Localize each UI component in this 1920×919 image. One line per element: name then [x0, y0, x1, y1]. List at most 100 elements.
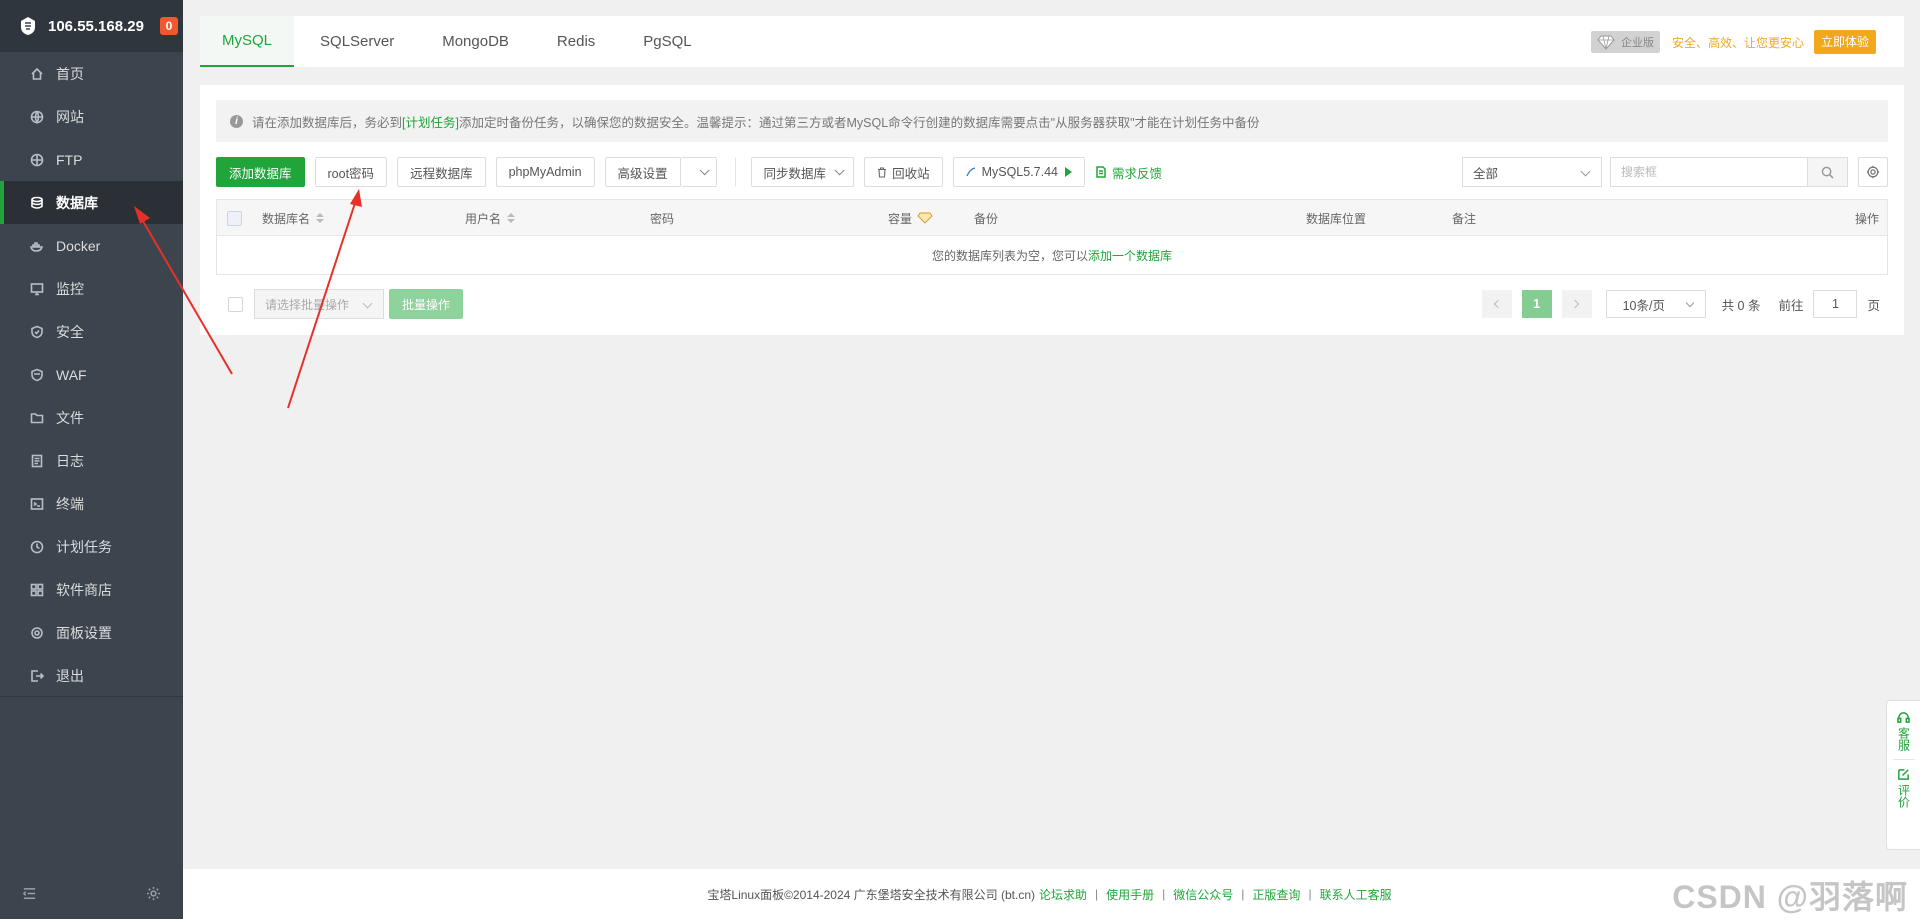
sync-database-button[interactable]: 同步数据库 [750, 157, 855, 187]
select-all-checkbox[interactable] [227, 210, 242, 226]
sidebar-divider [0, 696, 183, 697]
page-size-select[interactable]: 10条/页 [1605, 290, 1706, 318]
page-size-value: 10条/页 [1622, 298, 1665, 313]
sidebar-item-label: FTP [56, 151, 83, 168]
prev-page-button[interactable] [1481, 290, 1512, 318]
tab-redis[interactable]: Redis [535, 16, 617, 67]
sidebar-item-label: 文件 [56, 409, 84, 426]
sidebar-item-ftp[interactable]: FTP [0, 138, 183, 181]
col-password: 密码 [650, 211, 675, 226]
col-db-name[interactable]: 数据库名 [262, 200, 325, 236]
sidebar-settings-icon[interactable] [146, 886, 161, 901]
database-table: 数据库名 用户名 密码 容量 备份 数据库位置 备注 操作 您的数据库列表为空，… [216, 199, 1888, 275]
customer-service-label: 客服 [1896, 727, 1911, 751]
tab-sqlserver[interactable]: SQLServer [298, 16, 416, 67]
collapse-menu-icon[interactable] [22, 886, 37, 901]
advanced-settings-button[interactable]: 高级设置 [604, 157, 681, 187]
tab-mongodb[interactable]: MongoDB [420, 16, 531, 67]
footer-divider: | [1241, 887, 1245, 901]
tab-pgsql[interactable]: PgSQL [621, 16, 713, 67]
try-now-button[interactable]: 立即体验 [1813, 30, 1876, 54]
sidebar-item-docker[interactable]: Docker [0, 224, 183, 267]
db-type-tabs: MySQL SQLServer MongoDB Redis PgSQL 企业版 … [200, 16, 1904, 67]
sidebar-item-label: 监控 [56, 280, 84, 297]
select-all-checkbox-cell [227, 200, 242, 236]
root-password-button[interactable]: root密码 [314, 157, 388, 187]
trash-icon [878, 166, 887, 178]
log-icon [30, 454, 44, 468]
copyright: 宝塔Linux面板©2014-2024 广东堡塔安全技术有限公司 (bt.cn) [707, 887, 1035, 902]
col-username[interactable]: 用户名 [465, 200, 516, 236]
search-icon [1821, 166, 1834, 179]
folder-icon [30, 411, 44, 425]
sort-icon [507, 213, 516, 223]
footer-link-manual[interactable]: 使用手册 [1106, 886, 1154, 903]
feedback-link[interactable]: 需求反馈 [1095, 163, 1162, 182]
side-float-widget: 客服 评价 [1886, 700, 1920, 850]
goto-page-input[interactable]: 1 [1813, 290, 1858, 318]
batch-operation-button[interactable]: 批量操作 [389, 289, 463, 319]
col-db-name-label: 数据库名 [262, 211, 311, 226]
remote-database-button[interactable]: 远程数据库 [397, 157, 486, 187]
sidebar-item-database[interactable]: 数据库 [0, 181, 183, 224]
review-link[interactable]: 评价 [1897, 768, 1911, 808]
customer-service-link[interactable]: 客服 [1897, 711, 1911, 751]
add-database-button[interactable]: 添加数据库 [216, 157, 305, 187]
table-settings-button[interactable] [1858, 157, 1888, 187]
search-button[interactable] [1807, 158, 1847, 186]
sidebar-item-home[interactable]: 首页 [0, 52, 183, 95]
play-icon [1065, 167, 1073, 177]
batch-operation-select[interactable]: 请选择批量操作 [254, 289, 384, 319]
advanced-settings-dropdown[interactable] [680, 157, 717, 187]
sidebar-item-settings[interactable]: 面板设置 [0, 611, 183, 654]
footer-select-all-checkbox[interactable] [228, 297, 243, 312]
search-input[interactable] [1611, 158, 1807, 186]
chevron-down-icon [362, 298, 373, 309]
notice-prefix: 请在添加数据库后，务必到 [252, 115, 403, 130]
sidebar-item-waf[interactable]: WAF [0, 353, 183, 396]
sidebar-item-shield[interactable]: 安全 [0, 310, 183, 353]
sidebar-item-logout[interactable]: 退出 [0, 654, 183, 697]
phpmyadmin-button[interactable]: phpMyAdmin [495, 157, 595, 187]
settings-icon [30, 626, 44, 640]
db-filter-select[interactable]: 全部 [1462, 157, 1602, 187]
footer-link-wechat[interactable]: 微信公众号 [1173, 886, 1233, 903]
recycle-bin-button[interactable]: 回收站 [864, 157, 943, 187]
info-icon: i [230, 114, 243, 128]
sidebar-item-folder[interactable]: 文件 [0, 396, 183, 439]
sidebar-item-label: 退出 [56, 667, 84, 684]
clock-icon [30, 540, 44, 554]
sidebar: 106.55.168.29 0 首页网站 FTP 数据库 Docker 监控安全 WAF 文… [0, 0, 183, 919]
sync-database-label: 同步数据库 [763, 166, 827, 181]
sidebar-item-apps[interactable]: 软件商店 [0, 568, 183, 611]
sidebar-item-terminal[interactable]: 终端 [0, 482, 183, 525]
footer-link-forum[interactable]: 论坛求助 [1039, 886, 1087, 903]
advanced-settings-group: 高级设置 [604, 157, 717, 187]
current-page[interactable]: 1 [1521, 290, 1552, 318]
sidebar-item-monitor[interactable]: 监控 [0, 267, 183, 310]
gear-icon [1866, 165, 1880, 179]
sidebar-item-log[interactable]: 日志 [0, 439, 183, 482]
sidebar-item-label: 面板设置 [56, 624, 112, 641]
add-database-link[interactable]: 添加一个数据库 [1088, 247, 1172, 264]
message-badge[interactable]: 0 [160, 17, 178, 35]
monitor-icon [30, 282, 44, 296]
backup-notice: i 请在添加数据库后，务必到 [计划任务] 添加定时备份任务，以确保您的数据安全… [216, 100, 1888, 142]
docker-icon [30, 239, 44, 253]
tab-mysql[interactable]: MySQL [200, 16, 295, 67]
sidebar-item-label: 首页 [56, 65, 84, 82]
sidebar-header: 106.55.168.29 0 [0, 0, 183, 52]
batch-operation-placeholder: 请选择批量操作 [265, 297, 350, 312]
next-page-button[interactable] [1561, 290, 1592, 318]
cron-task-link[interactable]: [计划任务] [402, 112, 459, 131]
footer-link-support[interactable]: 联系人工客服 [1320, 886, 1392, 903]
sidebar-item-globe[interactable]: 网站 [0, 95, 183, 138]
chevron-left-icon [1493, 299, 1503, 309]
sidebar-item-clock[interactable]: 计划任务 [0, 525, 183, 568]
sidebar-footer [0, 867, 183, 919]
table-footer: 请选择批量操作 批量操作 1 10条/页 共 0 条 前往 1 页 [216, 289, 1888, 319]
mysql-version-button[interactable]: MySQL5.7.44 [952, 157, 1086, 187]
footer-link-license[interactable]: 正版查询 [1252, 886, 1300, 903]
mysql-dolphin-icon [965, 167, 975, 177]
server-ip: 106.55.168.29 [48, 17, 144, 35]
